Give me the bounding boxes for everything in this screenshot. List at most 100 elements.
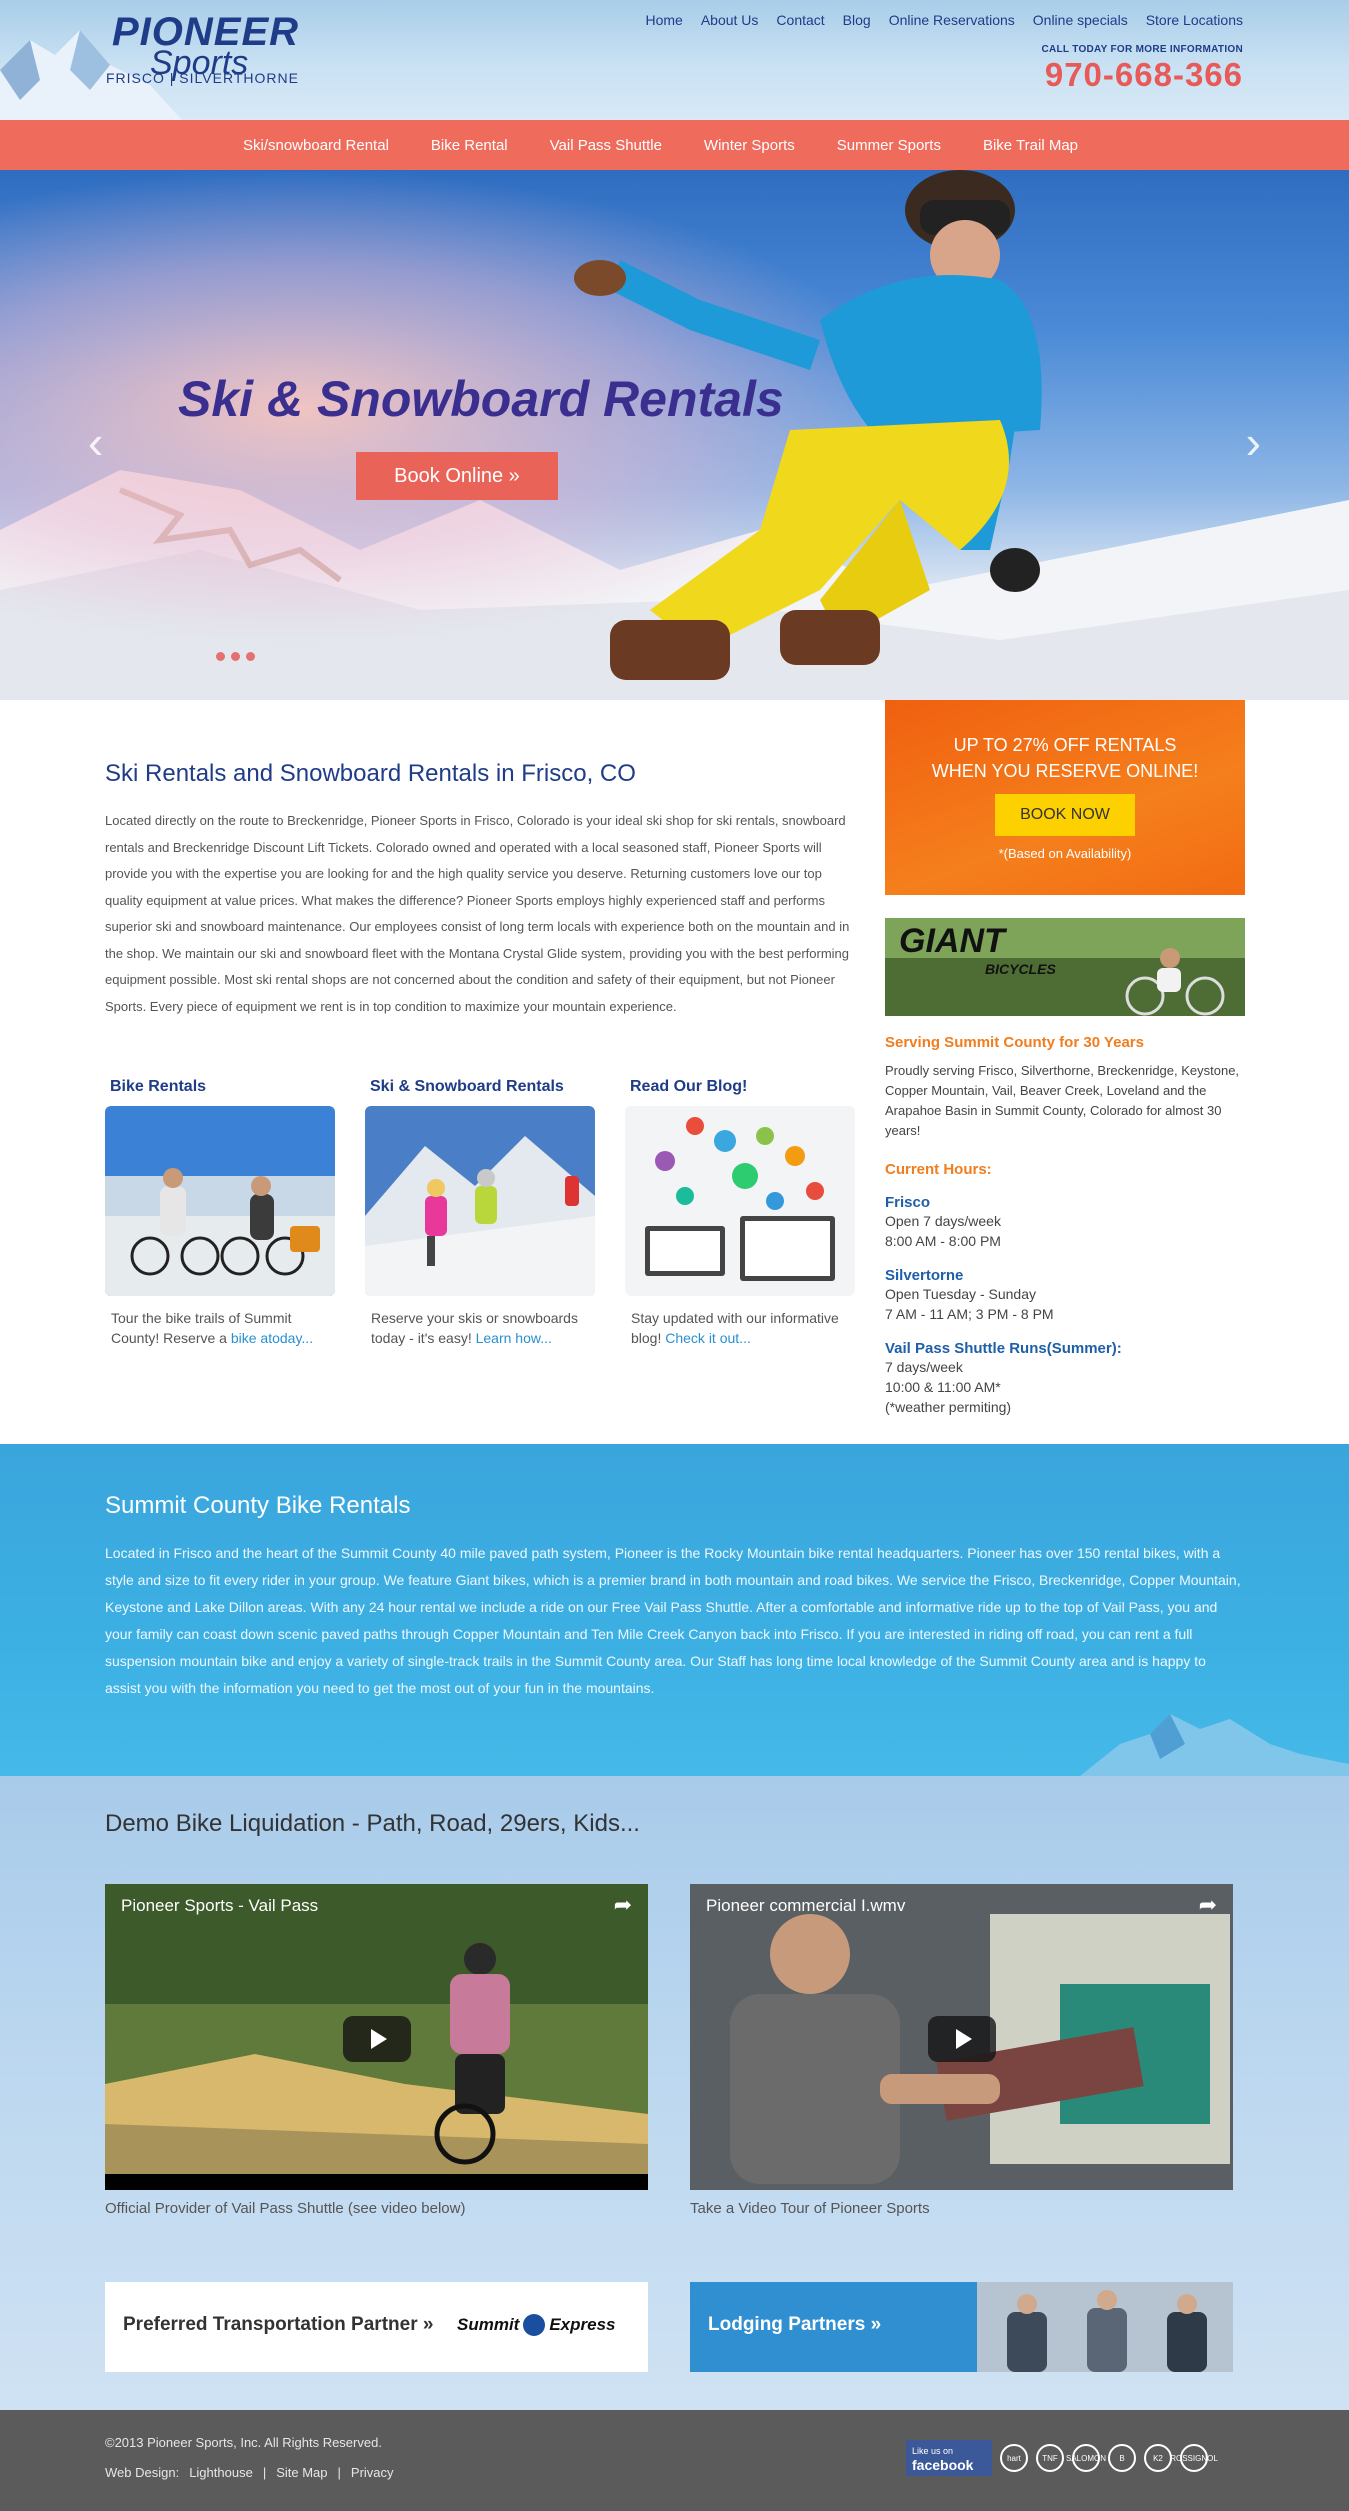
feature-cards: Bike Rentals Tour the bike trails of Sum… — [105, 1078, 855, 1348]
main-nav-bike-trail-map[interactable]: Bike Trail Map — [983, 137, 1078, 154]
slider-dot[interactable] — [246, 652, 255, 661]
hero-title: Ski & Snowboard Rentals — [178, 371, 784, 427]
bike-rentals-text: Located in Frisco and the heart of the S… — [105, 1545, 1241, 1696]
main-nav-bike-rental[interactable]: Bike Rental — [431, 137, 508, 154]
video-caption: Take a Video Tour of Pioneer Sports — [690, 2200, 930, 2217]
top-nav-home[interactable]: Home — [645, 12, 682, 28]
hart-logo-icon: hart — [1000, 2444, 1028, 2472]
serving-heading: Serving Summit County for 30 Years — [885, 1034, 1144, 1051]
online-discount-promo: UP TO 27% OFF RENTALS WHEN YOU RESERVE O… — [885, 700, 1245, 895]
slider-prev-icon[interactable]: ‹ — [88, 415, 103, 469]
serving-text: Proudly serving Frisco, Silverthorne, Br… — [885, 1063, 1240, 1138]
location-name: Silvertorne — [885, 1267, 964, 1284]
brand-badges: Like us on facebook hart TNF SALOMON B K… — [906, 2438, 1246, 2478]
ski-rentals-image[interactable] — [365, 1106, 595, 1296]
top-nav-online-reservations[interactable]: Online Reservations — [889, 12, 1015, 28]
location-line: 8:00 AM - 8:00 PM — [885, 1233, 1001, 1249]
main-content: Ski Rentals and Snowboard Rentals in Fri… — [0, 700, 1349, 1444]
location-line: 10:00 & 11:00 AM* — [885, 1379, 1001, 1395]
top-nav-store-locations[interactable]: Store Locations — [1146, 12, 1243, 28]
top-nav-about[interactable]: About Us — [701, 12, 759, 28]
facebook-small-text: Like us on — [912, 2446, 954, 2456]
location-line: Open Tuesday - Sunday — [885, 1286, 1036, 1302]
summit-express-logo: Summit Express — [457, 2314, 616, 2336]
intro-text: Located directly on the route to Brecken… — [105, 813, 850, 1014]
video-vail-pass[interactable]: Pioneer Sports - Vail Pass ➦ — [105, 1884, 648, 2190]
top-nav: Home About Us Contact Blog Online Reserv… — [645, 12, 1243, 28]
demo-section: Demo Bike Liquidation - Path, Road, 29er… — [0, 1776, 1349, 2410]
location-line: 7 AM - 11 AM; 3 PM - 8 PM — [885, 1306, 1054, 1322]
main-nav-winter-sports[interactable]: Winter Sports — [704, 137, 795, 154]
bike-rentals-image[interactable] — [105, 1106, 335, 1296]
site-logo[interactable]: PIONEER Sports FRISCO | SILVERTHORNE — [106, 12, 332, 86]
footer-link-site-map[interactable]: Site Map — [276, 2465, 327, 2480]
site-header: PIONEER Sports FRISCO | SILVERTHORNE Hom… — [0, 0, 1349, 120]
promo-title: UP TO 27% OFF RENTALS WHEN YOU RESERVE O… — [931, 735, 1199, 781]
video-title: Pioneer Sports - Vail Pass — [121, 1896, 319, 1915]
book-now-button[interactable]: BOOK NOW — [995, 794, 1135, 836]
slider-dot[interactable] — [231, 652, 240, 661]
transportation-partner-banner[interactable]: Preferred Transportation Partner » Summi… — [105, 2282, 648, 2372]
blog-image[interactable] — [625, 1106, 855, 1296]
top-nav-contact[interactable]: Contact — [776, 12, 824, 28]
footer-link-lighthouse[interactable]: Lighthouse — [189, 2465, 253, 2480]
footer-separator: | — [337, 2465, 341, 2480]
lodging-partners-banner[interactable]: Lodging Partners » — [690, 2282, 1233, 2372]
card-title: Read Our Blog! — [630, 1078, 748, 1095]
k2-logo-icon: K2 — [1144, 2444, 1172, 2472]
location-silverthorne: Silvertorne Open Tuesday - Sunday 7 AM -… — [885, 1267, 1245, 1324]
play-icon[interactable] — [343, 2016, 411, 2062]
slider-next-icon[interactable]: › — [1246, 415, 1261, 469]
location-line: 7 days/week — [885, 1359, 963, 1375]
demo-heading: Demo Bike Liquidation - Path, Road, 29er… — [105, 1810, 640, 1837]
rossignol-logo-icon: ROSSIGNOL — [1170, 2444, 1218, 2472]
card-title: Ski & Snowboard Rentals — [370, 1078, 564, 1095]
footer-link-privacy[interactable]: Privacy — [351, 2465, 394, 2480]
site-footer: ©2013 Pioneer Sports, Inc. All Rights Re… — [0, 2410, 1349, 2511]
location-name: Vail Pass Shuttle Runs(Summer): — [885, 1340, 1122, 1357]
video-commercial[interactable]: Pioneer commercial I.wmv ➦ — [690, 1884, 1233, 2190]
top-nav-blog[interactable]: Blog — [843, 12, 871, 28]
slider-dot[interactable] — [216, 652, 225, 661]
play-icon[interactable] — [928, 2016, 996, 2062]
salomon-logo-icon: SALOMON — [1066, 2444, 1106, 2472]
facebook-like-button[interactable]: Like us on facebook — [906, 2440, 992, 2476]
slider-dots — [216, 652, 255, 661]
giant-bicycles-banner[interactable]: GIANT BICYCLES — [885, 918, 1245, 1016]
book-online-button[interactable]: Book Online » — [356, 452, 558, 500]
lodging-partners-label: Lodging Partners » — [708, 2314, 882, 2335]
summit-logo-left: Summit — [457, 2315, 520, 2334]
card-link[interactable]: Check it out... — [665, 1330, 751, 1346]
footer-separator: | — [262, 2465, 267, 2480]
web-design-label: Web Design: — [105, 2465, 180, 2480]
card-text: Reserve your skis or snowboards today - … — [371, 1308, 589, 1348]
promo-note: *(Based on Availability) — [998, 846, 1132, 861]
card-text: Stay updated with our informative blog! … — [631, 1308, 849, 1348]
main-nav-vail-pass-shuttle[interactable]: Vail Pass Shuttle — [550, 137, 662, 154]
card-bike-rentals: Bike Rentals Tour the bike trails of Sum… — [105, 1078, 335, 1348]
giant-logo-text: GIANT — [899, 922, 1008, 960]
card-link[interactable]: Learn how... — [476, 1330, 552, 1346]
north-face-logo-icon: TNF — [1036, 2444, 1064, 2472]
summit-logo-right: Express — [549, 2315, 616, 2334]
video-title: Pioneer commercial I.wmv — [706, 1896, 906, 1915]
main-nav-summer-sports[interactable]: Summer Sports — [837, 137, 941, 154]
top-nav-online-specials[interactable]: Online specials — [1033, 12, 1128, 28]
share-icon[interactable]: ➦ — [614, 1892, 632, 1918]
location-line: (*weather permiting) — [885, 1399, 1012, 1415]
phone-number[interactable]: 970-668-366 — [1045, 56, 1243, 94]
location-line: Open 7 days/week — [885, 1213, 1001, 1229]
footer-links: Web Design: Lighthouse | Site Map | Priv… — [105, 2465, 394, 2480]
share-icon[interactable]: ➦ — [1199, 1892, 1217, 1918]
bike-rentals-heading: Summit County Bike Rentals — [105, 1492, 411, 1519]
card-link[interactable]: bike atoday... — [231, 1330, 313, 1346]
serving-info: Serving Summit County for 30 Years Proud… — [885, 1034, 1245, 1417]
card-ski-snowboard: Ski & Snowboard Rentals Reserve your ski… — [365, 1078, 595, 1348]
main-nav: Ski/snowboard Rental Bike Rental Vail Pa… — [0, 120, 1349, 170]
summit-logo-icon — [523, 2314, 546, 2336]
copyright: ©2013 Pioneer Sports, Inc. All Rights Re… — [105, 2435, 382, 2450]
lodging-partners-image — [977, 2282, 1233, 2372]
logo-locations: FRISCO | SILVERTHORNE — [106, 70, 299, 86]
main-nav-ski-rental[interactable]: Ski/snowboard Rental — [243, 137, 389, 154]
location-vail-pass-shuttle: Vail Pass Shuttle Runs(Summer): 7 days/w… — [885, 1340, 1245, 1417]
